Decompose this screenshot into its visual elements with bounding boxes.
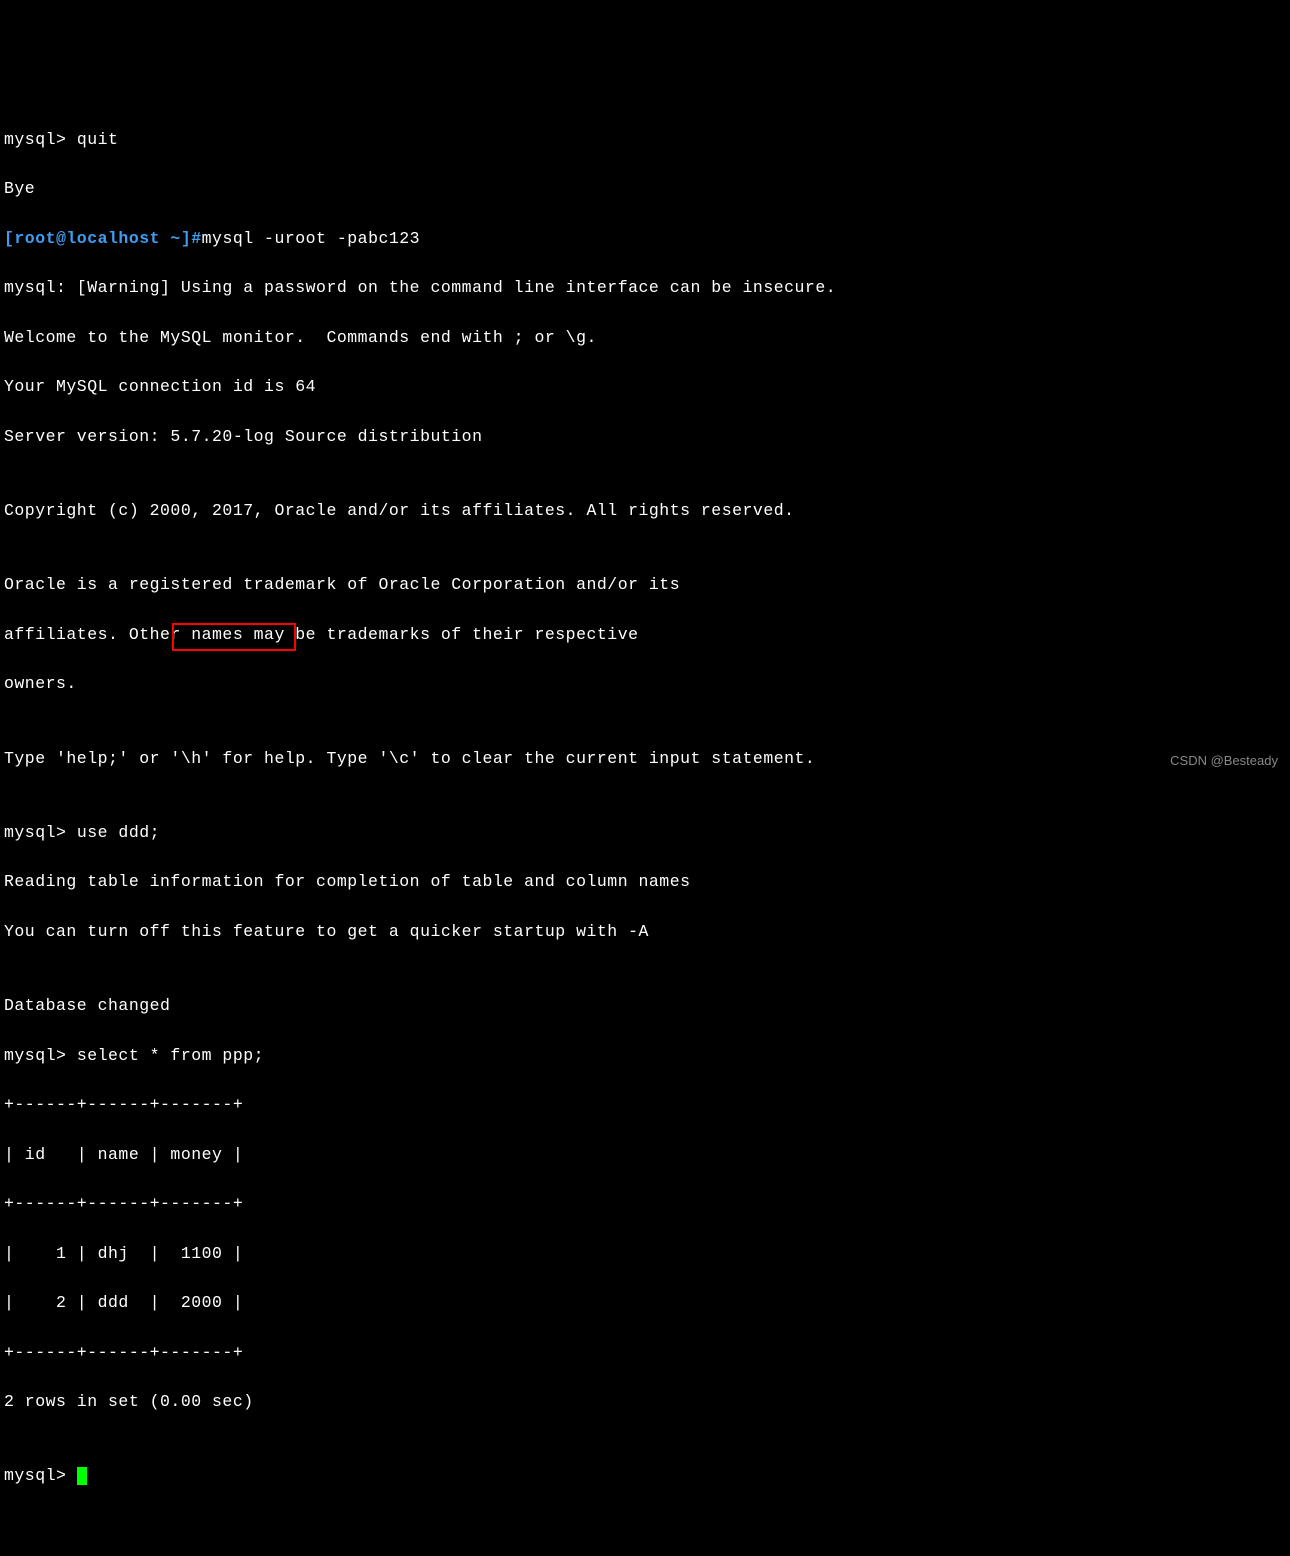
line-trademark-3: owners.: [4, 672, 1286, 697]
mysql-prompt: mysql>: [4, 823, 77, 842]
table-border-mid: +------+------+-------+: [4, 1192, 1286, 1217]
cmd-quit: quit: [77, 130, 119, 149]
mysql-prompt: mysql>: [4, 1046, 77, 1065]
terminal-output[interactable]: mysql> quit Bye [root@localhost ~]#mysql…: [4, 103, 1286, 1514]
line-trademark-1: Oracle is a registered trademark of Orac…: [4, 573, 1286, 598]
line-trademark-2: affiliates. Other names may be trademark…: [4, 623, 1286, 648]
table-header: | id | name | money |: [4, 1143, 1286, 1168]
table-row: | 2 | ddd | 2000 |: [4, 1291, 1286, 1316]
line-use-db: mysql> use ddd;: [4, 821, 1286, 846]
line-server-version: Server version: 5.7.20-log Source distri…: [4, 425, 1286, 450]
line-welcome: Welcome to the MySQL monitor. Commands e…: [4, 326, 1286, 351]
line-warning: mysql: [Warning] Using a password on the…: [4, 276, 1286, 301]
line-bye: Bye: [4, 177, 1286, 202]
mysql-prompt: mysql>: [4, 1466, 77, 1485]
line-conn-id: Your MySQL connection id is 64: [4, 375, 1286, 400]
line-copyright: Copyright (c) 2000, 2017, Oracle and/or …: [4, 499, 1286, 524]
line-turnoff-hint: You can turn off this feature to get a q…: [4, 920, 1286, 945]
line-select: mysql> select * from ppp;: [4, 1044, 1286, 1069]
line-help: Type 'help;' or '\h' for help. Type '\c'…: [4, 747, 1286, 772]
cmd-mysql-login: mysql -uroot -pabc123: [202, 229, 420, 248]
mysql-prompt: mysql>: [4, 130, 77, 149]
line-rowcount: 2 rows in set (0.00 sec): [4, 1390, 1286, 1415]
watermark: CSDN @Besteady: [1170, 751, 1278, 771]
cmd-select: select * from ppp;: [77, 1046, 264, 1065]
line-reading-tables: Reading table information for completion…: [4, 870, 1286, 895]
line-current-prompt[interactable]: mysql>: [4, 1464, 1286, 1489]
table-border-top: +------+------+-------+: [4, 1093, 1286, 1118]
line-shell-login: [root@localhost ~]#mysql -uroot -pabc123: [4, 227, 1286, 252]
cursor-icon: [77, 1467, 87, 1485]
cmd-use-ddd: use ddd;: [77, 823, 160, 842]
table-border-bottom: +------+------+-------+: [4, 1341, 1286, 1366]
table-row: | 1 | dhj | 1100 |: [4, 1242, 1286, 1267]
line-quit: mysql> quit: [4, 128, 1286, 153]
shell-prompt: [root@localhost ~]#: [4, 229, 202, 248]
line-db-changed: Database changed: [4, 994, 1286, 1019]
